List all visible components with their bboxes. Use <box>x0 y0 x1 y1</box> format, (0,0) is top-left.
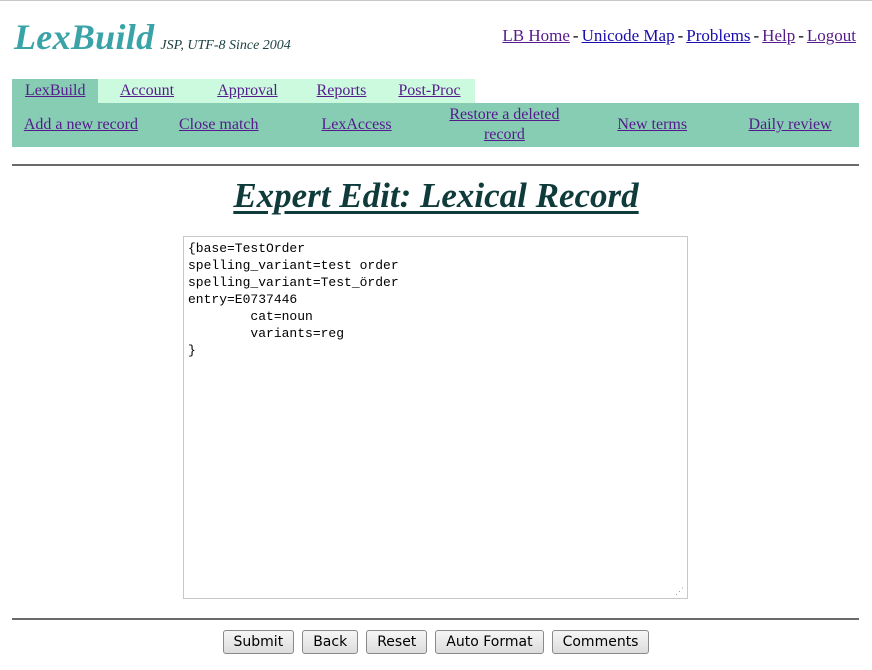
record-editor[interactable] <box>183 236 688 599</box>
problems-link[interactable]: Problems <box>686 26 750 45</box>
window-top-border <box>0 0 872 1</box>
new-terms-link[interactable]: New terms <box>617 116 687 133</box>
help-link[interactable]: Help <box>762 26 795 45</box>
tab-account-link[interactable]: Account <box>120 82 174 99</box>
tab-lexbuild[interactable]: LexBuild <box>12 79 99 103</box>
tab-approval-link[interactable]: Approval <box>217 82 277 99</box>
auto-format-button[interactable]: Auto Format <box>435 630 544 654</box>
page-title: Expert Edit: Lexical Record <box>233 176 639 215</box>
restore-deleted-record-link[interactable]: Restore a deleted record <box>449 106 559 143</box>
app-tagline: JSP, UTF-8 Since 2004 <box>160 38 291 53</box>
logout-link[interactable]: Logout <box>807 26 856 45</box>
divider-bottom <box>12 618 859 620</box>
back-button[interactable]: Back <box>302 630 359 654</box>
tab-post-proc-link[interactable]: Post-Proc <box>398 82 460 99</box>
tab-reports[interactable]: Reports <box>299 79 384 103</box>
tab-approval[interactable]: Approval <box>195 79 300 103</box>
divider-top <box>12 164 859 166</box>
app-logo: LexBuild <box>14 17 155 57</box>
brand-header: LexBuild JSP, UTF-8 Since 2004 <box>14 16 291 58</box>
daily-review-link[interactable]: Daily review <box>749 116 832 133</box>
action-buttons: Submit Back Reset Auto Format Comments <box>0 630 872 654</box>
resize-grip-icon[interactable]: ⋰ <box>672 585 684 597</box>
lexaccess-link[interactable]: LexAccess <box>321 116 391 133</box>
tab-lexbuild-link[interactable]: LexBuild <box>25 82 85 99</box>
unicode-map-link[interactable]: Unicode Map <box>582 26 675 45</box>
tab-account[interactable]: Account <box>98 79 196 103</box>
submit-button[interactable]: Submit <box>222 630 295 654</box>
comments-button[interactable]: Comments <box>551 630 650 654</box>
main-tabs: LexBuild Account Approval Reports Post-P… <box>12 79 476 103</box>
add-new-record-link[interactable]: Add a new record <box>24 116 138 133</box>
sub-navigation: Add a new record Close match LexAccess R… <box>12 103 859 147</box>
top-links: LB Home - Unicode Map - Problems - Help - Logout <box>502 26 856 45</box>
reset-button[interactable]: Reset <box>366 630 428 654</box>
close-match-link[interactable]: Close match <box>179 116 259 133</box>
tab-reports-link[interactable]: Reports <box>317 82 367 99</box>
tab-post-proc[interactable]: Post-Proc <box>383 79 476 103</box>
lb-home-link[interactable]: LB Home <box>502 26 570 45</box>
